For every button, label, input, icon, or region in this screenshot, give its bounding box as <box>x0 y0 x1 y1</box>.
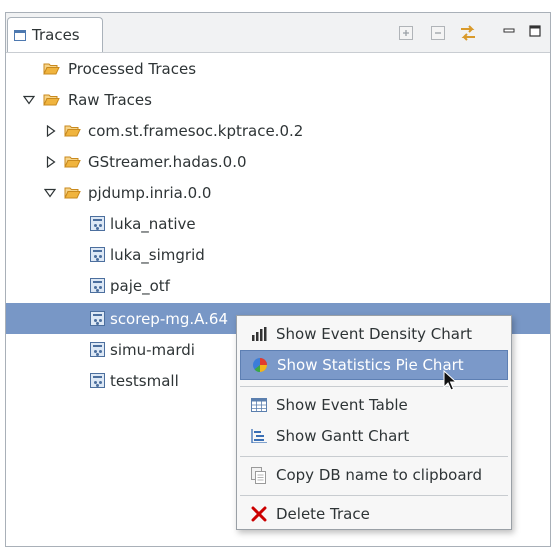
menu-item-label: Show Event Density Chart <box>276 325 472 343</box>
menu-separator <box>240 456 508 457</box>
trace-icon <box>90 247 105 262</box>
tree-item-label: pjdump.inria.0.0 <box>88 183 212 202</box>
chevron-right-icon[interactable] <box>45 155 57 168</box>
folder-open-icon <box>64 187 81 199</box>
folder-open-icon <box>43 94 60 106</box>
view-tab-bar: Traces <box>6 13 550 53</box>
tree-item-label: scorep-mg.A.64 <box>110 309 228 328</box>
tab-traces-label: Traces <box>32 26 80 44</box>
tab-traces[interactable]: Traces <box>7 17 103 52</box>
tree-item-gstreamer[interactable]: GStreamer.hadas.0.0 <box>6 146 550 177</box>
context-menu: Show Event Density Chart Show Statistics… <box>236 315 512 530</box>
tree-item-label: luka_native <box>110 214 196 233</box>
folder-open-icon <box>64 125 81 137</box>
trace-icon <box>90 342 105 357</box>
tree-item-luka-simgrid[interactable]: luka_simgrid <box>6 239 550 270</box>
tree-item-label: testsmall <box>110 371 179 390</box>
menu-item-label: Show Gantt Chart <box>276 427 410 445</box>
pie-chart-icon <box>251 357 268 374</box>
trace-icon <box>90 216 105 231</box>
menu-item-label: Show Statistics Pie Chart <box>277 356 464 374</box>
tree-item-paje-otf[interactable]: paje_otf <box>6 270 550 301</box>
tree-item-label: paje_otf <box>110 276 170 295</box>
expand-all-icon[interactable] <box>399 26 413 40</box>
menu-item-copy-db-name[interactable]: Copy DB name to clipboard <box>240 460 508 490</box>
collapse-all-icon[interactable] <box>431 26 445 40</box>
tree-item-label: Processed Traces <box>68 59 197 78</box>
menu-item-delete-trace[interactable]: Delete Trace <box>240 499 508 529</box>
folder-open-icon <box>43 63 60 75</box>
menu-separator <box>240 386 508 387</box>
menu-item-show-statistics-pie-chart[interactable]: Show Statistics Pie Chart <box>240 350 508 380</box>
trace-icon <box>90 278 105 293</box>
folder-open-icon <box>64 156 81 168</box>
tree-item-label: Raw Traces <box>68 90 152 109</box>
menu-item-label: Show Event Table <box>276 396 408 414</box>
tree-item-label: luka_simgrid <box>110 245 205 264</box>
gantt-chart-icon <box>250 428 267 445</box>
bar-chart-icon <box>250 326 267 343</box>
trace-icon <box>90 373 105 388</box>
menu-item-show-event-density-chart[interactable]: Show Event Density Chart <box>240 319 508 349</box>
tree-item-processed-traces[interactable]: Processed Traces <box>6 53 550 84</box>
link-with-editor-icon[interactable] <box>459 23 477 43</box>
minimize-icon[interactable] <box>503 25 515 37</box>
menu-item-label: Delete Trace <box>276 505 370 523</box>
maximize-icon[interactable] <box>529 25 541 37</box>
chevron-down-icon[interactable] <box>23 94 35 106</box>
menu-separator <box>240 495 508 496</box>
chevron-right-icon[interactable] <box>45 124 57 137</box>
table-icon <box>250 397 267 414</box>
mouse-pointer-icon <box>443 370 457 391</box>
delete-icon <box>250 506 267 523</box>
copy-icon <box>250 466 267 484</box>
menu-item-show-gantt-chart[interactable]: Show Gantt Chart <box>240 421 508 451</box>
tree-item-label: simu-mardi <box>110 340 195 359</box>
window-icon <box>14 29 26 41</box>
tree-item-raw-traces[interactable]: Raw Traces <box>6 84 550 115</box>
tree-item-pjdump[interactable]: pjdump.inria.0.0 <box>6 177 550 208</box>
menu-item-show-event-table[interactable]: Show Event Table <box>240 390 508 420</box>
tree-item-label: GStreamer.hadas.0.0 <box>88 152 247 171</box>
menu-item-label: Copy DB name to clipboard <box>276 466 482 484</box>
tree-item-label: com.st.framesoc.kptrace.0.2 <box>88 121 304 140</box>
chevron-down-icon[interactable] <box>44 187 56 199</box>
tree-item-kptrace[interactable]: com.st.framesoc.kptrace.0.2 <box>6 115 550 146</box>
trace-icon <box>90 311 105 326</box>
tree-item-luka-native[interactable]: luka_native <box>6 208 550 239</box>
